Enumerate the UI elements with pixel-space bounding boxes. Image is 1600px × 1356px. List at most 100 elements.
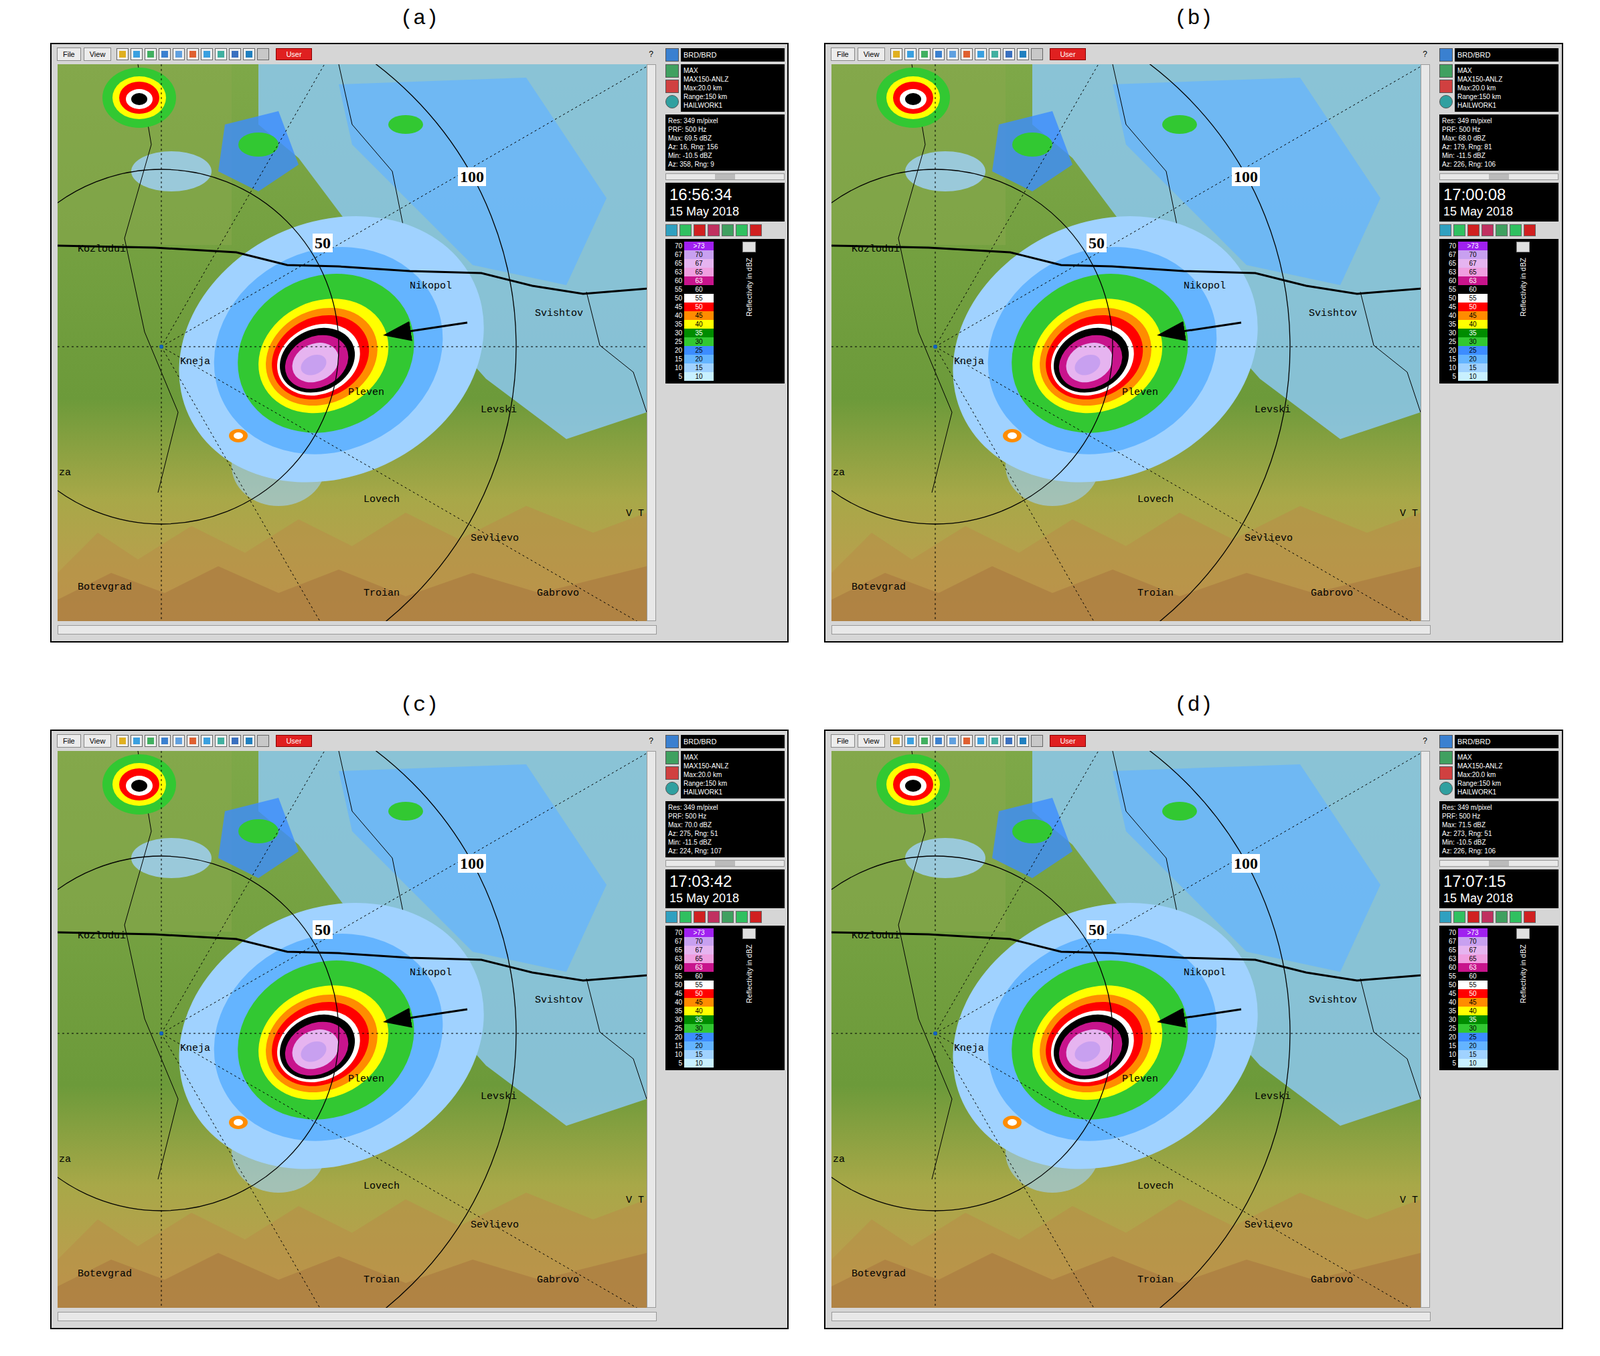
playback-button-icon[interactable]	[665, 911, 678, 924]
task-icon[interactable]	[665, 766, 679, 780]
vertical-scrollbar[interactable]	[646, 751, 657, 1309]
tool-icon[interactable]	[904, 48, 917, 61]
tool-icon[interactable]	[974, 48, 987, 61]
tool-icon[interactable]	[172, 48, 185, 61]
radar-map[interactable]: KozloduiNikopolSvishtovKnejaPlevenLevski…	[57, 751, 647, 1309]
task-icon[interactable]	[665, 79, 679, 94]
menu-button[interactable]: View	[857, 734, 886, 748]
playback-button-icon[interactable]	[707, 224, 720, 237]
tool-icon[interactable]	[243, 48, 256, 61]
tool-icon[interactable]	[214, 735, 227, 748]
menu-button[interactable]: View	[83, 47, 112, 61]
radar-map[interactable]: KozloduiNikopolSvishtovKnejaPlevenLevski…	[831, 751, 1421, 1309]
tool-icon[interactable]	[932, 48, 945, 61]
legend-settings-icon[interactable]	[1516, 241, 1530, 253]
tool-icon[interactable]	[186, 735, 199, 748]
tool-icon[interactable]	[988, 735, 1001, 748]
playback-button-icon[interactable]	[679, 224, 692, 237]
tool-icon[interactable]	[186, 48, 199, 61]
site-icon[interactable]	[1439, 735, 1453, 749]
playback-button-icon[interactable]	[1523, 911, 1536, 924]
user-button[interactable]: User	[275, 735, 312, 748]
time-slider[interactable]	[665, 860, 785, 867]
time-slider[interactable]	[665, 173, 785, 181]
menu-button[interactable]: View	[83, 734, 112, 748]
playback-button-icon[interactable]	[721, 224, 734, 237]
tool-icon[interactable]	[172, 735, 185, 748]
tool-icon[interactable]	[200, 735, 213, 748]
clock-icon[interactable]	[665, 781, 679, 796]
playback-button-icon[interactable]	[1509, 911, 1522, 924]
tool-icon[interactable]	[918, 735, 931, 748]
tool-icon[interactable]	[158, 735, 171, 748]
menu-button[interactable]: File	[830, 734, 855, 748]
tool-icon[interactable]	[890, 48, 903, 61]
tool-icon[interactable]	[960, 735, 973, 748]
tool-icon[interactable]	[144, 735, 157, 748]
site-icon[interactable]	[665, 735, 679, 749]
legend-settings-icon[interactable]	[1516, 928, 1530, 940]
help-button[interactable]: ?	[1422, 735, 1428, 748]
blank-tool-icon[interactable]	[257, 735, 270, 748]
tool-icon[interactable]	[130, 735, 143, 748]
horizontal-scrollbar[interactable]	[831, 1312, 1431, 1322]
horizontal-scrollbar[interactable]	[831, 625, 1431, 635]
product-icon[interactable]	[1439, 751, 1453, 765]
time-slider[interactable]	[1439, 860, 1559, 867]
user-button[interactable]: User	[1049, 735, 1086, 748]
playback-button-icon[interactable]	[1523, 224, 1536, 237]
playback-button-icon[interactable]	[665, 224, 678, 237]
tool-icon[interactable]	[918, 48, 931, 61]
tool-icon[interactable]	[904, 735, 917, 748]
site-icon[interactable]	[665, 48, 679, 62]
tool-icon[interactable]	[228, 735, 242, 748]
blank-tool-icon[interactable]	[1030, 48, 1044, 61]
menu-button[interactable]: File	[830, 47, 855, 61]
product-icon[interactable]	[1439, 64, 1453, 78]
playback-button-icon[interactable]	[735, 911, 748, 924]
playback-button-icon[interactable]	[1453, 224, 1466, 237]
tool-icon[interactable]	[116, 735, 129, 748]
playback-button-icon[interactable]	[749, 224, 762, 237]
playback-button-icon[interactable]	[1453, 911, 1466, 924]
playback-button-icon[interactable]	[1439, 224, 1452, 237]
tool-icon[interactable]	[243, 735, 256, 748]
playback-button-icon[interactable]	[707, 911, 720, 924]
clock-icon[interactable]	[665, 95, 679, 109]
clock-icon[interactable]	[1439, 95, 1453, 109]
playback-button-icon[interactable]	[1495, 911, 1508, 924]
product-icon[interactable]	[665, 751, 679, 765]
tool-icon[interactable]	[214, 48, 227, 61]
site-icon[interactable]	[1439, 48, 1453, 62]
tool-icon[interactable]	[946, 48, 959, 61]
playback-button-icon[interactable]	[749, 911, 762, 924]
playback-button-icon[interactable]	[1495, 224, 1508, 237]
legend-settings-icon[interactable]	[742, 241, 756, 253]
menu-button[interactable]: File	[56, 734, 82, 748]
product-icon[interactable]	[665, 64, 679, 78]
tool-icon[interactable]	[228, 48, 242, 61]
playback-button-icon[interactable]	[735, 224, 748, 237]
vertical-scrollbar[interactable]	[1420, 751, 1430, 1309]
vertical-scrollbar[interactable]	[1420, 64, 1430, 622]
tool-icon[interactable]	[116, 48, 129, 61]
tool-icon[interactable]	[932, 735, 945, 748]
tool-icon[interactable]	[1016, 48, 1029, 61]
help-button[interactable]: ?	[1422, 48, 1428, 61]
tool-icon[interactable]	[1016, 735, 1029, 748]
user-button[interactable]: User	[1049, 48, 1086, 61]
blank-tool-icon[interactable]	[257, 48, 270, 61]
playback-button-icon[interactable]	[1509, 224, 1522, 237]
help-button[interactable]: ?	[648, 735, 654, 748]
clock-icon[interactable]	[1439, 781, 1453, 796]
radar-map[interactable]: KozloduiNikopolSvishtovKnejaPlevenLevski…	[57, 64, 647, 622]
horizontal-scrollbar[interactable]	[57, 625, 657, 635]
tool-icon[interactable]	[1002, 48, 1015, 61]
tool-icon[interactable]	[158, 48, 171, 61]
vertical-scrollbar[interactable]	[646, 64, 657, 622]
tool-icon[interactable]	[144, 48, 157, 61]
radar-map[interactable]: KozloduiNikopolSvishtovKnejaPlevenLevski…	[831, 64, 1421, 622]
help-button[interactable]: ?	[648, 48, 654, 61]
tool-icon[interactable]	[946, 735, 959, 748]
playback-button-icon[interactable]	[1467, 911, 1480, 924]
